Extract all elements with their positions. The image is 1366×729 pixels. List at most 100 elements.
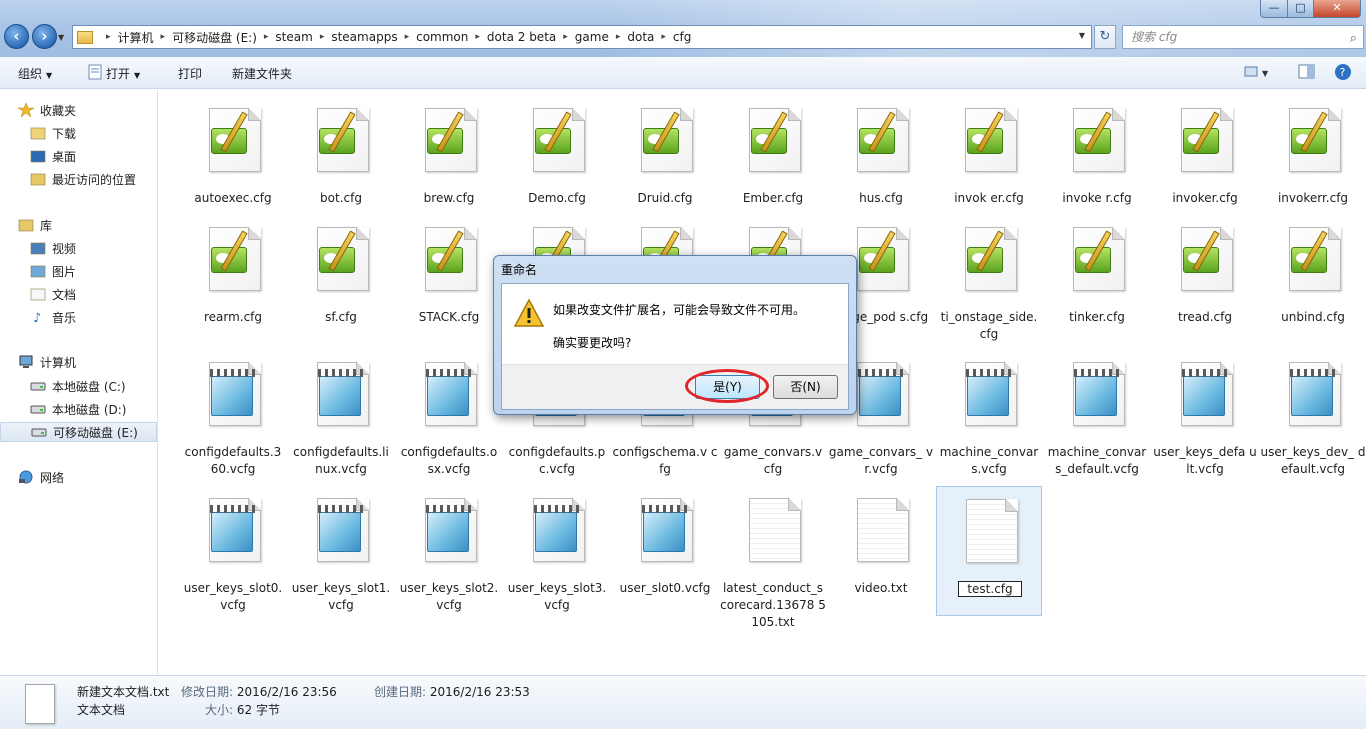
open-button[interactable]: 打开 ▼ [106,65,140,82]
file-item[interactable]: invoker.cfg [1152,96,1258,226]
no-button[interactable]: 否(N) [773,375,838,399]
file-item[interactable]: user_keys_slot3. vcfg [504,486,610,616]
sidebar-item-drive-e[interactable]: 可移动磁盘 (E:) [0,422,157,442]
chevron-right-icon[interactable]: ▸ [563,32,568,42]
view-options-icon[interactable]: ▼ [1244,65,1269,83]
sidebar-item-drive-c[interactable]: 本地磁盘 (C:) [0,376,157,396]
notepad-plus-file-icon [309,106,375,176]
chevron-right-icon[interactable]: ▸ [161,32,166,42]
sidebar-network[interactable]: 网络 [0,467,157,487]
file-item[interactable]: video.txt [828,486,934,616]
sidebar-item-label: 视频 [52,241,77,256]
file-item[interactable]: Demo.cfg [504,96,610,226]
file-item[interactable]: autoexec.cfg [180,96,286,226]
chevron-right-icon[interactable]: ▸ [264,32,269,42]
chevron-right-icon[interactable]: ▸ [661,32,666,42]
sidebar-item-documents[interactable]: 文档 [0,284,157,304]
sidebar-item-desktop[interactable]: 桌面 [0,146,157,166]
breadcrumb-item[interactable]: dota 2 beta [487,30,556,44]
notepad-file-icon [849,360,915,430]
file-item[interactable]: Ember.cfg [720,96,826,226]
back-button[interactable]: ‹ [4,24,29,49]
file-item[interactable]: brew.cfg [396,96,502,226]
file-item[interactable]: user_keys_slot2. vcfg [396,486,502,616]
file-name: invokerr.cfg [1277,191,1349,205]
breadcrumb-item[interactable]: 可移动磁盘 (E:) [172,29,257,46]
details-filename: 新建文本文档.txt [77,685,170,699]
file-item[interactable]: bot.cfg [288,96,394,226]
sidebar-item-pictures[interactable]: 图片 [0,261,157,281]
file-item[interactable]: machine_convar s_default.vcfg [1044,350,1150,480]
file-item[interactable]: tinker.cfg [1044,215,1150,345]
file-name: brew.cfg [423,191,475,205]
sidebar-item-videos[interactable]: 视频 [0,238,157,258]
file-item[interactable]: user_keys_slot1. vcfg [288,486,394,616]
file-name: invoker.cfg [1172,191,1238,205]
file-item[interactable]: rearm.cfg [180,215,286,345]
file-item[interactable]: invoke r.cfg [1044,96,1150,226]
breadcrumb-item[interactable]: common [416,30,468,44]
chevron-right-icon[interactable]: ▸ [475,32,480,42]
notepad-plus-file-icon [1281,225,1347,295]
rename-field[interactable]: test.cfg [937,581,1043,598]
organize-button[interactable]: 组织 ▼ [18,65,52,82]
file-item[interactable]: configdefaults.li nux.vcfg [288,350,394,480]
new-folder-button[interactable]: 新建文件夹 [232,65,292,82]
sidebar-libraries[interactable]: 库 [0,215,157,235]
address-dropdown-icon[interactable]: ▼ [1079,31,1085,40]
address-bar[interactable]: ▸ 计算机 ▸ 可移动磁盘 (E:) ▸ steam ▸ steamapps ▸ common ▸ d… [72,25,1092,49]
preview-pane-icon[interactable] [1298,64,1316,82]
sidebar-favorites[interactable]: 收藏夹 [0,100,157,120]
file-item[interactable]: user_slot0.vcfg [612,486,718,616]
breadcrumb-item[interactable]: 计算机 [118,29,154,46]
file-item[interactable]: latest_conduct_s corecard.13678 5105.txt [720,486,826,629]
details-type: 文本文档 [77,703,126,717]
file-item[interactable]: Druid.cfg [612,96,718,226]
file-item[interactable]: hus.cfg [828,96,934,226]
file-item[interactable]: configdefaults.o sx.vcfg [396,350,502,480]
sidebar-item-drive-d[interactable]: 本地磁盘 (D:) [0,399,157,419]
minimize-button[interactable]: — [1260,0,1288,18]
navigation-pane: 收藏夹下载桌面最近访问的位置库视频图片文档 ♪ 音乐计算机本地磁盘 (C:) 本地磁盘… [0,90,158,674]
sidebar-item-recent[interactable]: 最近访问的位置 [0,169,157,189]
drive-c-icon [30,379,46,393]
recent-pages-dropdown-icon[interactable]: ▼ [58,33,66,42]
sidebar-computer[interactable]: 计算机 [0,352,157,372]
file-item[interactable]: test.cfg [936,486,1042,616]
notepad-plus-file-icon [1173,225,1239,295]
breadcrumb-item[interactable]: dota [627,30,654,44]
chevron-right-icon[interactable]: ▸ [405,32,410,42]
forward-button[interactable]: › [32,24,57,49]
breadcrumb-item[interactable]: cfg [673,30,691,44]
file-item[interactable]: STACK.cfg [396,215,502,345]
file-item[interactable]: machine_convar s.vcfg [936,350,1042,480]
file-name: game_convars_ vr.vcfg [828,445,934,476]
music-icon: ♪ [30,310,46,326]
file-item[interactable]: sf.cfg [288,215,394,345]
file-item[interactable]: user_keys_dev_ default.vcfg [1260,350,1366,480]
help-icon[interactable]: ? [1334,63,1352,81]
close-button[interactable]: ✕ [1313,0,1361,18]
file-item[interactable]: tread.cfg [1152,215,1258,345]
sidebar-item-label: 库 [40,218,53,233]
sidebar-item-downloads[interactable]: 下载 [0,123,157,143]
breadcrumb-item[interactable]: steamapps [331,30,397,44]
chevron-right-icon[interactable]: ▸ [320,32,325,42]
chevron-right-icon[interactable]: ▸ [616,32,621,42]
desktop-icon [30,149,46,163]
sidebar-item-music[interactable]: ♪ 音乐 [0,307,157,327]
chevron-right-icon[interactable]: ▸ [106,32,111,42]
file-item[interactable]: ti_onstage_side. cfg [936,215,1042,345]
breadcrumb-item[interactable]: steam [275,30,312,44]
file-item[interactable]: user_keys_defa ult.vcfg [1152,350,1258,480]
refresh-button[interactable]: ↻ [1094,25,1116,49]
breadcrumb-item[interactable]: game [575,30,609,44]
file-item[interactable]: invok er.cfg [936,96,1042,226]
file-item[interactable]: unbind.cfg [1260,215,1366,345]
print-button[interactable]: 打印 [178,65,202,82]
search-input[interactable]: 搜索 cfg ⌕ [1122,25,1364,49]
maximize-button[interactable]: □ [1287,0,1314,18]
file-item[interactable]: user_keys_slot0. vcfg [180,486,286,616]
file-item[interactable]: configdefaults.3 60.vcfg [180,350,286,480]
file-item[interactable]: invokerr.cfg [1260,96,1366,226]
